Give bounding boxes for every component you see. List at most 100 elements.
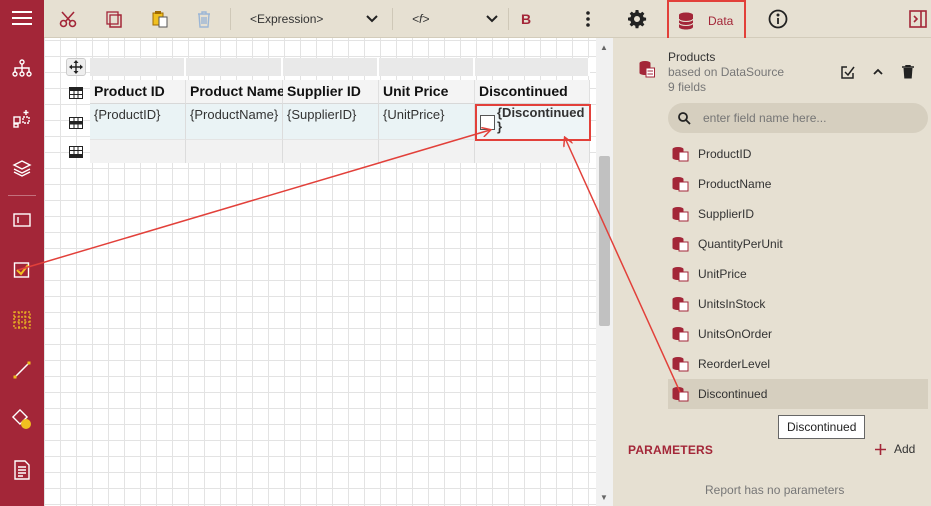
field-icon [672, 267, 689, 282]
field-icon [672, 327, 689, 342]
field-label: UnitsInStock [698, 297, 766, 311]
field-icon [672, 237, 689, 252]
info-icon[interactable] [766, 0, 790, 38]
scrollbar-thumb[interactable] [599, 156, 610, 326]
field-item[interactable]: UnitPrice [668, 259, 928, 289]
top-toolbar: <Expression> <f> B Data [44, 0, 931, 42]
detail-cell[interactable]: {ProductName} [186, 104, 283, 139]
no-parameters-message: Report has no parameters [705, 483, 845, 497]
field-label: ProductID [698, 147, 752, 161]
datasource-icon [639, 61, 655, 78]
detail-cell[interactable]: {ProductID} [90, 104, 186, 139]
move-table-icon[interactable] [66, 58, 86, 76]
data-tab-button[interactable]: Data [667, 0, 746, 42]
parameters-heading: PARAMETERS [628, 443, 714, 457]
discontinued-checkbox-cell[interactable]: {Discontinued } [475, 104, 591, 141]
shape-icon[interactable] [0, 402, 44, 438]
copy-icon[interactable] [102, 0, 126, 38]
field-tooltip: Discontinued [778, 415, 866, 439]
paste-icon[interactable] [148, 0, 172, 38]
header-row-icon[interactable] [67, 84, 85, 102]
discontinued-expression: {Discontinued } [497, 106, 584, 134]
expression-dropdown-label: <Expression> [250, 12, 324, 26]
detail-cell[interactable]: {SupplierID} [283, 104, 379, 139]
textbox-icon[interactable] [0, 202, 44, 238]
bold-button[interactable]: B [514, 0, 538, 38]
add-parameter-button[interactable]: Add [875, 442, 915, 456]
chevron-up-icon[interactable] [873, 68, 883, 75]
field-item[interactable]: QuantityPerUnit [668, 229, 928, 259]
field-label: UnitsOnOrder [698, 327, 773, 341]
expression-dropdown[interactable]: <Expression> [244, 0, 384, 38]
field-label: ProductName [698, 177, 772, 191]
toggle-panel-icon[interactable] [906, 0, 930, 38]
vertical-scrollbar[interactable]: ▲ ▼ [596, 38, 613, 506]
header-cell[interactable]: Product Name [186, 80, 285, 104]
add-parameter-label: Add [894, 442, 916, 456]
footer-cell[interactable] [379, 139, 475, 163]
header-cell[interactable]: Product ID [90, 80, 186, 104]
field-label: QuantityPerUnit [698, 237, 783, 251]
chevron-down-icon [366, 15, 378, 23]
report-designer: <Expression> <f> B Data ▲ ▼ Product ID P… [0, 0, 931, 506]
footer-cell[interactable] [90, 139, 186, 163]
function-dropdown[interactable]: <f> [404, 0, 504, 38]
column-handle[interactable] [186, 58, 283, 76]
footer-cell[interactable] [186, 139, 283, 163]
report-explorer-icon[interactable] [0, 50, 44, 86]
search-icon [678, 111, 691, 125]
field-item[interactable]: UnitsOnOrder [668, 319, 928, 349]
footer-cell[interactable] [475, 139, 590, 163]
line-icon[interactable] [0, 352, 44, 388]
plus-icon [875, 443, 886, 455]
field-label: Discontinued [698, 387, 768, 401]
datasource-name: Products [668, 50, 716, 64]
detail-cell[interactable]: {UnitPrice} [379, 104, 475, 139]
discontinued-expression-line: } [497, 119, 503, 134]
field-item[interactable]: SupplierID [668, 199, 928, 229]
function-dropdown-label: <f> [412, 12, 430, 26]
chevron-down-icon [486, 15, 498, 23]
footer-cell[interactable] [283, 139, 379, 163]
table-control-icon[interactable] [0, 302, 44, 338]
checkbox-control-icon[interactable] [0, 252, 44, 288]
field-icon [672, 147, 689, 162]
column-handle[interactable] [283, 58, 379, 76]
checkbox[interactable] [480, 115, 495, 130]
field-item-selected[interactable]: Discontinued [668, 379, 928, 409]
cut-icon[interactable] [56, 0, 80, 38]
settings-gear-icon[interactable] [625, 0, 649, 38]
datasource-subtitle: based on DataSource [668, 65, 785, 79]
report-info-icon[interactable] [0, 452, 44, 488]
column-handle[interactable] [475, 58, 590, 76]
scroll-up-icon[interactable]: ▲ [600, 43, 608, 52]
edit-datasource-icon[interactable] [841, 65, 855, 79]
field-label: ReorderLevel [698, 357, 771, 371]
field-search-input[interactable] [703, 111, 903, 125]
delete-icon[interactable] [192, 0, 216, 38]
data-panel: Products based on DataSource 9 fields Pr… [613, 38, 931, 506]
discontinued-expression-line: {Discontinued [497, 105, 585, 120]
controls-icon[interactable] [0, 100, 44, 136]
field-item[interactable]: ReorderLevel [668, 349, 928, 379]
field-item[interactable]: ProductID [668, 139, 928, 169]
scroll-down-icon[interactable]: ▼ [600, 493, 608, 502]
footer-row-icon[interactable] [67, 143, 85, 161]
column-handle[interactable] [90, 58, 186, 76]
delete-datasource-icon[interactable] [902, 65, 914, 79]
field-item[interactable]: ProductName [668, 169, 928, 199]
field-label: SupplierID [698, 207, 755, 221]
data-tab-label: Data [708, 14, 734, 28]
header-cell[interactable]: Unit Price [379, 80, 475, 104]
layers-icon[interactable] [0, 150, 44, 186]
left-toolbar [0, 0, 44, 506]
field-icon [672, 297, 689, 312]
header-cell[interactable]: Supplier ID [283, 80, 379, 104]
field-search[interactable] [668, 103, 928, 133]
column-handle[interactable] [379, 58, 475, 76]
detail-row-icon[interactable] [67, 114, 85, 132]
hamburger-menu-icon[interactable] [0, 0, 44, 36]
header-cell[interactable]: Discontinued [475, 80, 590, 104]
more-options-icon[interactable] [576, 0, 600, 38]
field-item[interactable]: UnitsInStock [668, 289, 928, 319]
